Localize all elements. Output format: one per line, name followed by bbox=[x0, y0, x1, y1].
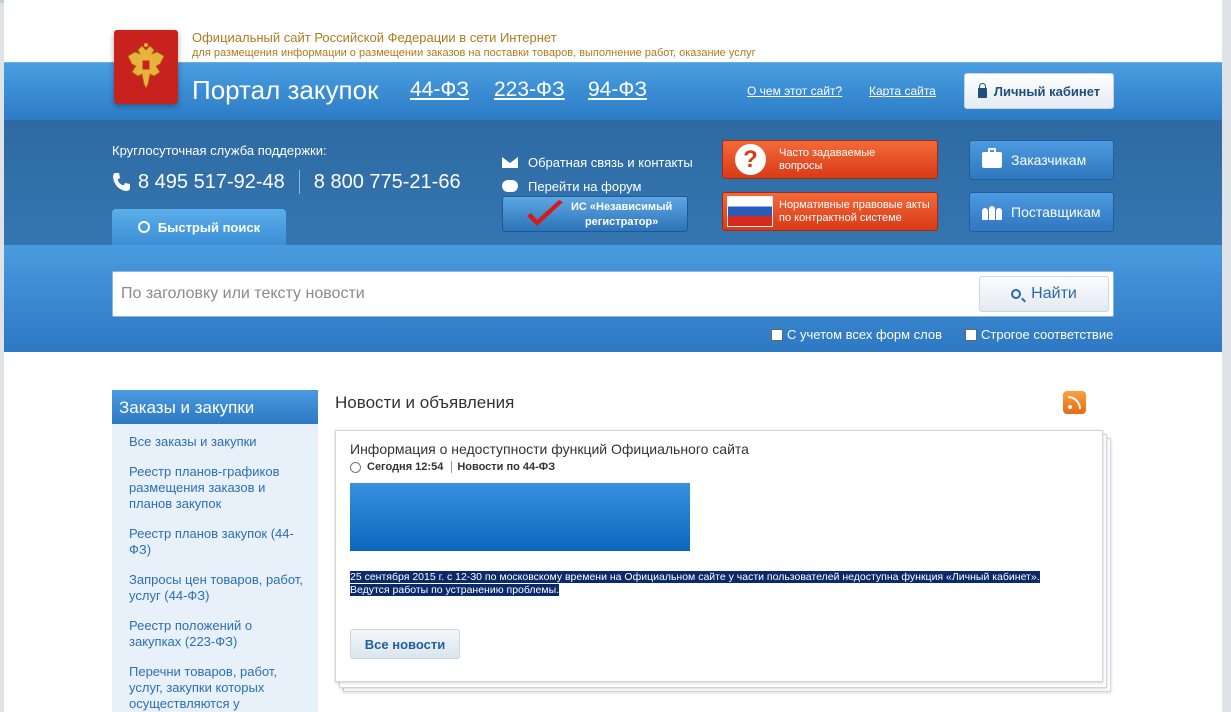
quick-search-tab[interactable]: Быстрый поиск bbox=[112, 209, 286, 245]
stopwatch-icon bbox=[137, 221, 150, 233]
wordforms-label: С учетом всех форм слов bbox=[787, 327, 943, 342]
independent-registrar-button[interactable]: ИС «Независимый регистратор» bbox=[502, 196, 688, 232]
strict-match-checkbox[interactable] bbox=[965, 328, 977, 341]
personal-cabinet-label: Личный кабинет bbox=[993, 83, 1101, 99]
page: Официальный сайт Российской Федерации в … bbox=[4, 0, 1222, 712]
news-body-line-1: 25 сентября 2015 г. с 12-30 по московско… bbox=[350, 571, 1040, 583]
about-site-link[interactable]: О чем этот сайт? bbox=[747, 84, 842, 98]
customers-button[interactable]: Заказчикам bbox=[969, 140, 1114, 180]
double-headed-eagle-icon bbox=[127, 43, 165, 89]
news-item-meta: Сегодня 12:54 Новости по 44-ФЗ bbox=[350, 461, 555, 473]
portal-title[interactable]: Портал закупок bbox=[192, 75, 378, 106]
news-item-title[interactable]: Информация о недоступности функций Офици… bbox=[350, 441, 749, 457]
search-icon bbox=[1011, 289, 1022, 299]
support-label: Круглосуточная служба поддержки: bbox=[112, 143, 327, 158]
sitemap-link[interactable]: Карта сайта bbox=[869, 84, 936, 98]
search-box: Найти bbox=[112, 271, 1114, 317]
strict-match-label: Строгое соответствие bbox=[981, 327, 1114, 342]
feedback-label: Обратная связь и контакты bbox=[528, 154, 693, 170]
law-link-223fz[interactable]: 223-ФЗ bbox=[494, 78, 565, 102]
news-search-input[interactable] bbox=[113, 272, 973, 316]
news-item-time: Сегодня 12:54 bbox=[367, 461, 444, 473]
support-phones: 8 495 517-92-48 8 800 775-21-66 bbox=[112, 170, 461, 194]
menu-item-goods-lists[interactable]: Перечни товаров, работ, услуг, закупки к… bbox=[129, 664, 306, 712]
find-button[interactable]: Найти bbox=[979, 276, 1109, 312]
legal-acts-line-1: Нормативные правовые акты bbox=[779, 199, 930, 211]
news-banner-image bbox=[350, 483, 690, 551]
strict-match-option[interactable]: Строгое соответствие bbox=[965, 327, 1113, 342]
russian-flag-emblem-icon bbox=[727, 196, 773, 227]
orders-menu-list: Все заказы и закупки Реестр планов-графи… bbox=[112, 424, 318, 712]
people-icon bbox=[982, 204, 1002, 220]
menu-item-schedule-registry[interactable]: Реестр планов-графиков размещения заказо… bbox=[129, 464, 306, 512]
phone-divider bbox=[298, 170, 300, 194]
legal-acts-button[interactable]: Нормативные правовые акты по контрактной… bbox=[722, 192, 938, 231]
clock-icon bbox=[350, 461, 361, 473]
suppliers-button[interactable]: Поставщикам bbox=[969, 192, 1114, 232]
support-band: Круглосуточная служба поддержки: 8 495 5… bbox=[4, 120, 1222, 245]
chat-bubble-icon bbox=[502, 180, 518, 192]
orders-menu: Заказы и закупки Все заказы и закупки Ре… bbox=[112, 390, 318, 712]
news-section-title: Новости и объявления bbox=[335, 393, 515, 412]
main-header-band: Портал закупок 44-ФЗ 223-ФЗ 94-ФЗ О чем … bbox=[4, 62, 1222, 120]
window-right-edge bbox=[1222, 0, 1231, 712]
suppliers-label: Поставщикам bbox=[1011, 204, 1101, 220]
find-label: Найти bbox=[1031, 285, 1077, 302]
forum-link[interactable]: Перейти на форум bbox=[502, 174, 693, 198]
faq-button[interactable]: ? Часто задаваемые вопросы bbox=[722, 140, 938, 179]
feedback-link[interactable]: Обратная связь и контакты bbox=[502, 150, 693, 174]
menu-item-price-requests[interactable]: Запросы цен товаров, работ, услуг (44-ФЗ… bbox=[129, 572, 306, 604]
news-body-line-2: Ведутся работы по устранению проблемы. bbox=[350, 584, 560, 596]
meta-divider bbox=[451, 461, 453, 473]
faq-line-2: вопросы bbox=[779, 160, 823, 172]
news-item-body: 25 сентября 2015 г. с 12-30 по московско… bbox=[350, 571, 1090, 597]
lock-icon bbox=[977, 83, 987, 98]
orders-menu-title: Заказы и закупки bbox=[112, 390, 318, 424]
contact-links: Обратная связь и контакты Перейти на фор… bbox=[502, 150, 693, 198]
menu-item-purchase-plans[interactable]: Реестр планов закупок (44-ФЗ) bbox=[129, 526, 306, 558]
all-news-button[interactable]: Все новости bbox=[350, 629, 460, 659]
quick-search-label: Быстрый поиск bbox=[157, 219, 261, 235]
phone-number-free[interactable]: 8 800 775-21-66 bbox=[314, 171, 461, 194]
rss-icon[interactable] bbox=[1063, 391, 1086, 414]
question-mark-icon: ? bbox=[735, 144, 766, 175]
wordforms-checkbox[interactable] bbox=[771, 328, 783, 341]
checkmark-icon bbox=[527, 200, 563, 226]
russian-emblem-logo[interactable] bbox=[114, 30, 178, 104]
official-line-1: Официальный сайт Российской Федерации в … bbox=[192, 30, 557, 45]
news-item-category[interactable]: Новости по 44-ФЗ bbox=[457, 461, 555, 473]
menu-item-regulations-registry[interactable]: Реестр положений о закупках (223-ФЗ) bbox=[129, 618, 306, 650]
faq-line-1: Часто задаваемые bbox=[779, 147, 876, 159]
legal-acts-line-2: по контрактной системе bbox=[779, 212, 902, 224]
official-site-caption: Официальный сайт Российской Федерации в … bbox=[192, 30, 756, 59]
wordforms-option[interactable]: С учетом всех форм слов bbox=[771, 327, 942, 342]
forum-label: Перейти на форум bbox=[528, 178, 642, 194]
menu-item-all-orders[interactable]: Все заказы и закупки bbox=[129, 434, 306, 450]
official-line-2: для размещения информации о размещении з… bbox=[192, 47, 756, 59]
registrar-line-1: ИС «Независимый bbox=[571, 201, 673, 213]
phone-icon bbox=[113, 173, 130, 191]
envelope-icon bbox=[502, 156, 518, 168]
registrar-line-2: регистратор» bbox=[584, 216, 659, 228]
search-band: Найти С учетом всех форм слов Строгое со… bbox=[4, 245, 1222, 352]
briefcase-icon bbox=[982, 148, 1002, 168]
customers-label: Заказчикам bbox=[1011, 152, 1087, 168]
news-card: Информация о недоступности функций Офици… bbox=[335, 430, 1103, 682]
law-link-44fz[interactable]: 44-ФЗ bbox=[410, 78, 469, 102]
law-link-94fz[interactable]: 94-ФЗ bbox=[588, 78, 647, 102]
phone-number-moscow[interactable]: 8 495 517-92-48 bbox=[138, 171, 285, 194]
personal-cabinet-button[interactable]: Личный кабинет bbox=[964, 73, 1114, 109]
